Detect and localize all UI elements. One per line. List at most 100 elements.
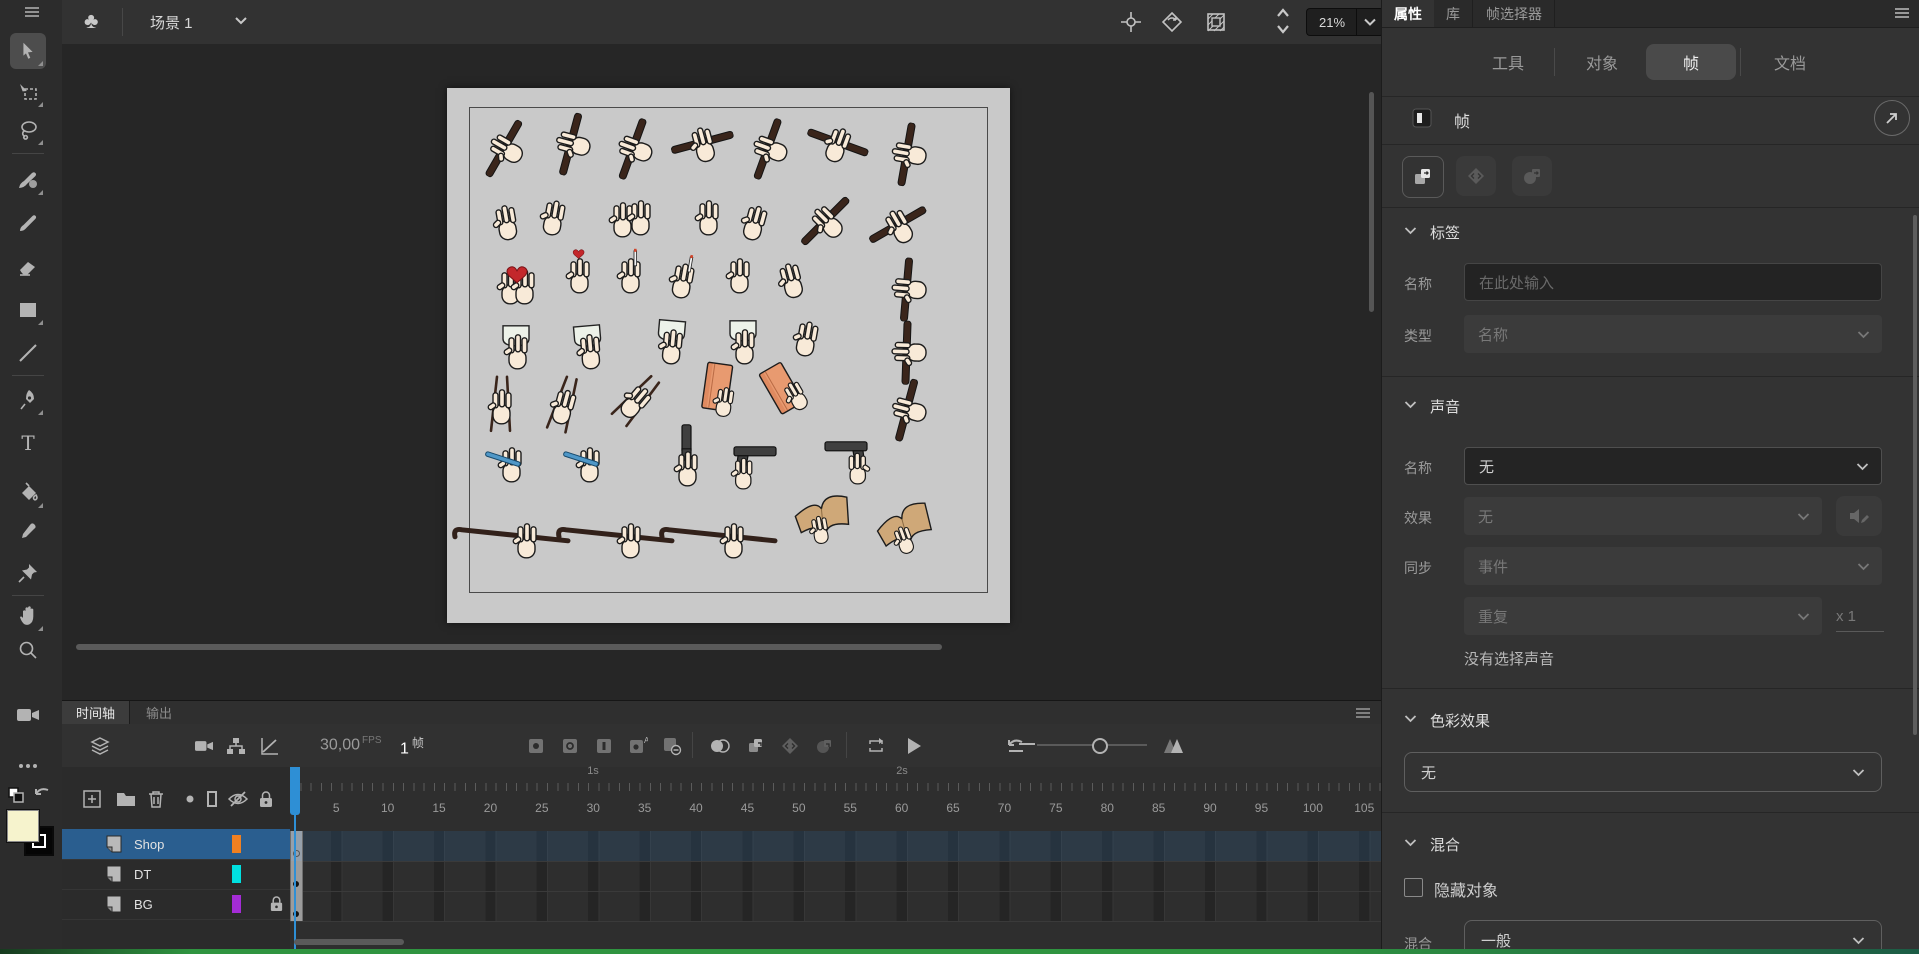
loop-playback-icon[interactable]	[862, 732, 890, 760]
clip-outside-stage-icon[interactable]	[1204, 10, 1228, 34]
collapse-chevron-icon[interactable]	[1404, 400, 1417, 409]
line-tool-button[interactable]	[10, 335, 46, 371]
eraser-tool-button[interactable]	[10, 249, 46, 285]
section-title-label[interactable]: 标签	[1430, 222, 1460, 243]
remove-frame-icon[interactable]	[658, 732, 686, 760]
code-snippet-button[interactable]	[1456, 156, 1496, 196]
insert-frame-icon[interactable]	[590, 732, 618, 760]
lock-all-layers-icon[interactable]	[252, 785, 280, 813]
sound-sync-select[interactable]: 事件	[1464, 547, 1882, 585]
camera-tool-button[interactable]	[10, 697, 46, 733]
properties-scrollbar[interactable]	[1913, 215, 1917, 735]
hide-all-layers-icon[interactable]	[224, 785, 252, 813]
tab-properties[interactable]: 属性	[1382, 0, 1434, 27]
canvas-horizontal-scrollbar[interactable]	[62, 643, 1381, 652]
panel-menu-icon[interactable]	[1894, 7, 1910, 19]
toolbar-menu-icon[interactable]	[18, 2, 46, 22]
zoom-percentage-field[interactable]: 21%	[1306, 8, 1357, 36]
hand-tool-button[interactable]	[10, 598, 46, 634]
convert-to-blank-keyframe-button[interactable]	[1512, 156, 1552, 196]
mode-tab-tool[interactable]: 工具	[1470, 44, 1546, 80]
timeline-zoom-slider[interactable]	[1037, 744, 1147, 746]
insert-keyframe-icon[interactable]	[522, 732, 550, 760]
new-layer-icon[interactable]	[78, 785, 106, 813]
pen-tool-button[interactable]	[10, 382, 46, 418]
section-title-label[interactable]: 色彩效果	[1430, 710, 1490, 731]
center-stage-icon[interactable]	[1120, 11, 1142, 33]
tab-library[interactable]: 库	[1434, 0, 1473, 27]
frames-pane[interactable]: 1s 2s 5101520253035404550556065707580859…	[290, 767, 1381, 950]
timeline-menu-icon[interactable]	[1355, 707, 1371, 719]
mode-tab-frame[interactable]: 帧	[1646, 44, 1736, 80]
playhead[interactable]	[290, 767, 300, 815]
timeline-zoom-slider-handle[interactable]	[1092, 738, 1108, 754]
layer-color-chip[interactable]	[232, 895, 241, 913]
asset-warp-pin-tool-button[interactable]	[10, 555, 46, 591]
collapse-chevron-icon[interactable]	[1404, 714, 1417, 723]
sound-repeat-count-field[interactable]: x 1	[1836, 608, 1884, 632]
onion-skin-range-icon[interactable]	[1160, 732, 1188, 760]
frame-row-dt[interactable]	[290, 861, 1381, 892]
animation-graph-icon[interactable]	[256, 732, 284, 760]
classic-brush-tool-button[interactable]	[10, 205, 46, 241]
tab-output[interactable]: 输出	[132, 701, 186, 724]
hide-object-checkbox[interactable]	[1404, 878, 1423, 897]
label-type-select[interactable]: 名称	[1464, 315, 1882, 353]
zoom-tool-button[interactable]	[10, 632, 46, 668]
zoom-dropdown-chevron-icon[interactable]	[1356, 8, 1384, 36]
frame-row-shop[interactable]	[290, 831, 1381, 862]
layer-row-dt[interactable]: DT	[62, 859, 290, 890]
eyedropper-tool-button[interactable]	[10, 515, 46, 551]
camera-layer-icon[interactable]	[190, 732, 218, 760]
collapse-chevron-icon[interactable]	[1404, 838, 1417, 847]
tab-frame-picker[interactable]: 帧选择器	[1474, 0, 1555, 27]
layer-color-chip[interactable]	[232, 835, 241, 853]
selection-tool-button[interactable]	[10, 33, 46, 69]
swap-colors-icon[interactable]	[4, 783, 28, 807]
more-tools-button[interactable]	[10, 748, 46, 784]
collapse-chevron-icon[interactable]	[1404, 226, 1417, 235]
frame-row-bg[interactable]	[290, 891, 1381, 922]
lasso-tool-button[interactable]	[10, 112, 46, 148]
scene-chevron-icon[interactable]	[234, 16, 248, 25]
onion-skin-icon[interactable]	[706, 732, 734, 760]
frame-rate-display[interactable]: 30,00FPS	[320, 735, 382, 754]
frame-ruler-numbers[interactable]: 5101520253035404550556065707580859095100…	[290, 797, 1381, 821]
canvas-pasteboard[interactable]	[62, 44, 1381, 700]
insert-blank-keyframe-icon[interactable]	[556, 732, 584, 760]
convert-to-keyframe-button[interactable]	[1402, 156, 1444, 198]
zoom-stepper-icon[interactable]	[1274, 5, 1292, 37]
text-tool-button[interactable]: T	[10, 425, 46, 461]
layer-parenting-icon[interactable]	[222, 732, 250, 760]
frame-grid[interactable]	[290, 831, 1381, 921]
tab-timeline[interactable]: 时间轴	[62, 701, 130, 724]
layer-view-icon[interactable]	[86, 732, 114, 760]
timeline-horizontal-scrollbar[interactable]	[290, 938, 1381, 948]
reset-colors-icon[interactable]	[30, 783, 54, 807]
sound-name-select[interactable]: 无	[1464, 447, 1882, 485]
subselection-tool-button[interactable]	[10, 74, 46, 110]
scene-name-label[interactable]: 场景 1	[150, 12, 193, 33]
stage[interactable]	[447, 88, 1010, 623]
mode-tab-document[interactable]: 文档	[1750, 44, 1830, 80]
paint-bucket-tool-button[interactable]	[10, 475, 46, 511]
fluid-brush-tool-button[interactable]	[10, 162, 46, 198]
section-title-label[interactable]: 混合	[1430, 834, 1460, 855]
layer-color-chip[interactable]	[232, 865, 241, 883]
rectangle-tool-button[interactable]	[10, 292, 46, 328]
section-title-label[interactable]: 声音	[1430, 396, 1460, 417]
sound-effect-select[interactable]: 无	[1464, 497, 1822, 535]
layer-row-bg[interactable]: BG	[62, 889, 290, 920]
play-button[interactable]	[900, 732, 928, 760]
auto-keyframe-icon[interactable]: A	[624, 732, 652, 760]
layer-row-shop[interactable]: Shop	[62, 829, 290, 860]
mode-tab-object[interactable]: 对象	[1564, 44, 1640, 80]
sound-loop-select[interactable]: 重复	[1464, 597, 1822, 635]
clover-icon[interactable]: ♣	[84, 8, 98, 34]
outline-view-icon[interactable]	[198, 785, 226, 813]
keyframe-arrow-icon[interactable]	[810, 732, 838, 760]
canvas-vertical-scrollbar[interactable]	[1369, 44, 1375, 644]
layer-lock-icon[interactable]	[269, 895, 284, 913]
fill-color-swatch[interactable]	[7, 810, 39, 842]
reset-timeline-zoom-icon[interactable]	[1002, 732, 1030, 760]
